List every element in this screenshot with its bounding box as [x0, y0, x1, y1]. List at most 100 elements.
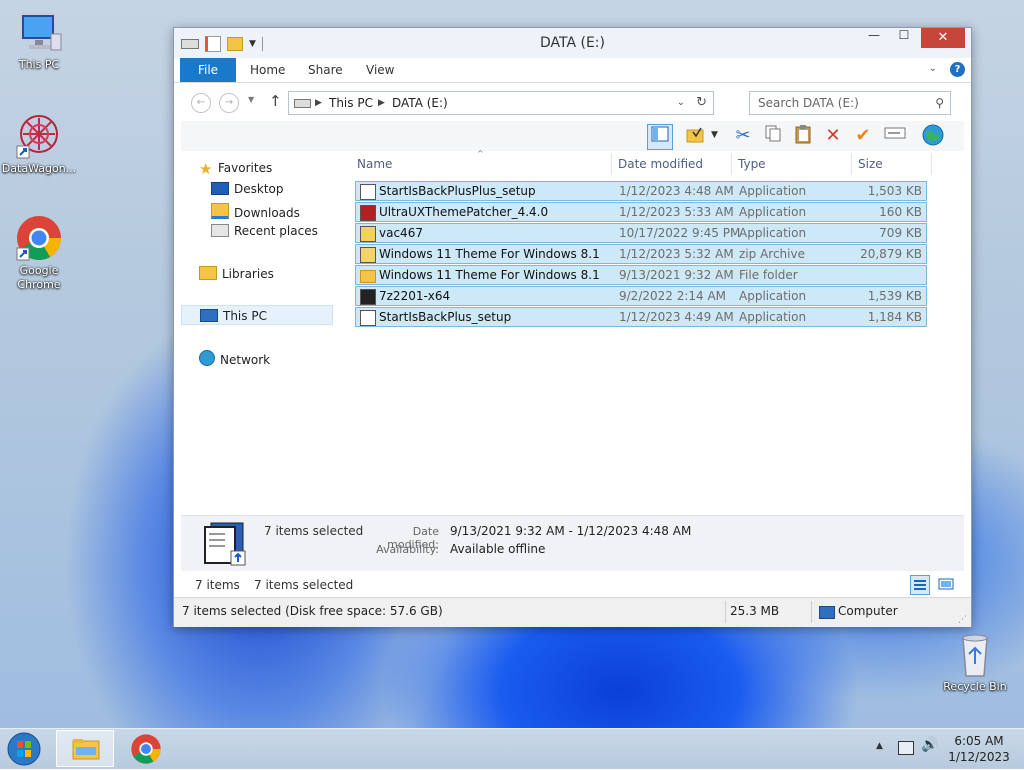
- large-icons-view-icon[interactable]: [938, 576, 954, 592]
- help-icon[interactable]: ?: [950, 62, 965, 77]
- tab-view[interactable]: View: [366, 58, 394, 82]
- resize-grip-icon[interactable]: ⋰: [958, 615, 967, 625]
- cut-icon[interactable]: ✂: [731, 124, 755, 148]
- nav-desktop[interactable]: Desktop: [211, 182, 284, 196]
- file-type: Application: [739, 184, 807, 198]
- file-size: 1,184 KB: [867, 310, 922, 324]
- network-tray-icon[interactable]: [898, 741, 914, 755]
- file-size: 709 KB: [879, 226, 922, 240]
- nav-favorites[interactable]: ★ Favorites: [199, 161, 272, 177]
- status-text: 7 items selected (Disk free space: 57.6 …: [182, 604, 443, 618]
- file-date: 1/12/2023 4:49 AM: [619, 310, 734, 324]
- taskbar-chrome[interactable]: [130, 733, 162, 765]
- rename-icon[interactable]: [883, 124, 907, 148]
- show-hidden-icons-icon[interactable]: ▲: [876, 741, 883, 751]
- window-title: DATA (E:): [539, 35, 605, 51]
- file-name: StartIsBackPlus_setup: [379, 310, 512, 324]
- ribbon-tabs: File Home Share View ⌄ ?: [174, 58, 971, 83]
- column-divider[interactable]: [611, 153, 612, 175]
- search-placeholder: Search DATA (E:): [758, 96, 859, 110]
- computer-icon: [200, 309, 218, 322]
- computer-icon: [15, 8, 63, 56]
- file-row[interactable]: Windows 11 Theme For Windows 8.1 9/13/20…: [355, 265, 927, 285]
- expand-ribbon-icon[interactable]: ⌄: [929, 63, 937, 74]
- file-name: Windows 11 Theme For Windows 8.1: [379, 268, 600, 282]
- column-divider[interactable]: [851, 153, 852, 175]
- file-name: UltraUXThemePatcher_4.4.0: [379, 205, 549, 219]
- start-button[interactable]: [6, 731, 42, 767]
- desktop-icon-recycle-bin[interactable]: Recycle Bin: [936, 630, 1014, 694]
- file-row[interactable]: 7z2201-x64 9/2/2022 2:14 AM Application …: [355, 286, 927, 306]
- command-toolbar: ▼ ✂ ✕ ✔: [181, 121, 964, 151]
- refresh-icon[interactable]: ↻: [696, 92, 707, 114]
- file-size: 1,503 KB: [867, 184, 922, 198]
- tab-file[interactable]: File: [180, 58, 236, 82]
- forward-button[interactable]: →: [219, 93, 239, 113]
- globe-icon[interactable]: [921, 124, 945, 148]
- minimize-button[interactable]: —: [861, 28, 887, 48]
- file-row[interactable]: StartIsBackPlus_setup 1/12/2023 4:49 AM …: [355, 307, 927, 327]
- file-name: vac467: [379, 226, 423, 240]
- installer-icon: [360, 226, 376, 242]
- preview-pane-icon[interactable]: [647, 124, 673, 150]
- recycle-bin-icon: [951, 630, 999, 678]
- file-size: 160 KB: [879, 205, 922, 219]
- breadcrumb-this-pc[interactable]: This PC: [329, 92, 373, 114]
- folder-options-icon[interactable]: [683, 124, 707, 148]
- address-bar[interactable]: ▶ This PC ▶ DATA (E:) ⌄ ↻: [288, 91, 714, 115]
- file-type: Application: [739, 205, 807, 219]
- file-date: 1/12/2023 5:33 AM: [619, 205, 734, 219]
- column-header-date-modified[interactable]: Date modified: [618, 153, 703, 175]
- breadcrumb-separator-icon: ▶: [378, 98, 385, 108]
- availability-label: Availability:: [376, 543, 439, 556]
- title-bar[interactable]: ▼ DATA (E:) — ☐ ✕: [174, 28, 971, 58]
- clock[interactable]: 6:05 AM 1/12/2023: [944, 733, 1014, 765]
- file-row[interactable]: vac467 10/17/2022 9:45 PM Application 70…: [355, 223, 927, 243]
- desktop-icon-this-pc[interactable]: This PC: [0, 8, 78, 72]
- desktop-icon-google-chrome[interactable]: Google Chrome: [0, 214, 78, 292]
- tab-share[interactable]: Share: [308, 58, 343, 82]
- breadcrumb-data-e[interactable]: DATA (E:): [392, 92, 448, 114]
- computer-icon: [819, 606, 835, 619]
- column-header-size[interactable]: Size: [858, 153, 883, 175]
- nav-network[interactable]: Network: [199, 350, 270, 367]
- nav-downloads[interactable]: Downloads: [211, 203, 300, 220]
- file-type: File folder: [739, 268, 798, 282]
- chevron-down-icon[interactable]: ▼: [711, 130, 718, 140]
- address-dropdown-icon[interactable]: ⌄: [677, 92, 685, 114]
- file-row[interactable]: UltraUXThemePatcher_4.4.0 1/12/2023 5:33…: [355, 202, 927, 222]
- up-arrow-icon[interactable]: ↑: [269, 92, 282, 110]
- delete-icon[interactable]: ✕: [821, 124, 845, 148]
- nav-recent-places[interactable]: Recent places: [211, 224, 318, 238]
- column-header-name[interactable]: Name: [357, 153, 392, 175]
- status-bar: 7 items selected (Disk free space: 57.6 …: [174, 597, 971, 627]
- column-divider[interactable]: [931, 153, 932, 175]
- status-row: 7 items 7 items selected: [181, 571, 964, 597]
- column-header-type[interactable]: Type: [738, 153, 766, 175]
- file-size: 1,539 KB: [867, 289, 922, 303]
- file-name: 7z2201-x64: [379, 289, 451, 303]
- recent-locations-icon[interactable]: ▼: [248, 95, 254, 104]
- search-icon[interactable]: ⚲: [935, 92, 944, 114]
- nav-libraries[interactable]: Libraries: [199, 266, 274, 281]
- back-button[interactable]: ←: [191, 93, 211, 113]
- nav-this-pc[interactable]: This PC: [181, 305, 333, 325]
- tab-home[interactable]: Home: [250, 58, 285, 82]
- patcher-icon: [360, 205, 376, 221]
- date-modified-value: 9/13/2021 9:32 AM - 1/12/2023 4:48 AM: [450, 524, 692, 538]
- paste-icon[interactable]: [791, 124, 815, 148]
- checkmark-icon[interactable]: ✔: [851, 124, 875, 148]
- desktop-icon-datawagon[interactable]: DataWagon...: [0, 112, 78, 176]
- volume-icon[interactable]: 🔊: [921, 737, 938, 753]
- file-row[interactable]: Windows 11 Theme For Windows 8.1 1/12/20…: [355, 244, 927, 264]
- recent-places-icon: [211, 224, 229, 237]
- column-divider[interactable]: [731, 153, 732, 175]
- taskbar-file-explorer[interactable]: [56, 730, 114, 767]
- close-button[interactable]: ✕: [921, 28, 965, 48]
- details-view-icon[interactable]: [910, 575, 930, 595]
- search-input[interactable]: Search DATA (E:) ⚲: [749, 91, 951, 115]
- copy-icon[interactable]: [761, 124, 785, 148]
- navigation-pane: ★ Favorites Desktop Downloads Recent plac…: [181, 153, 341, 513]
- file-row[interactable]: StartIsBackPlusPlus_setup 1/12/2023 4:48…: [355, 181, 927, 201]
- maximize-button[interactable]: ☐: [891, 28, 917, 48]
